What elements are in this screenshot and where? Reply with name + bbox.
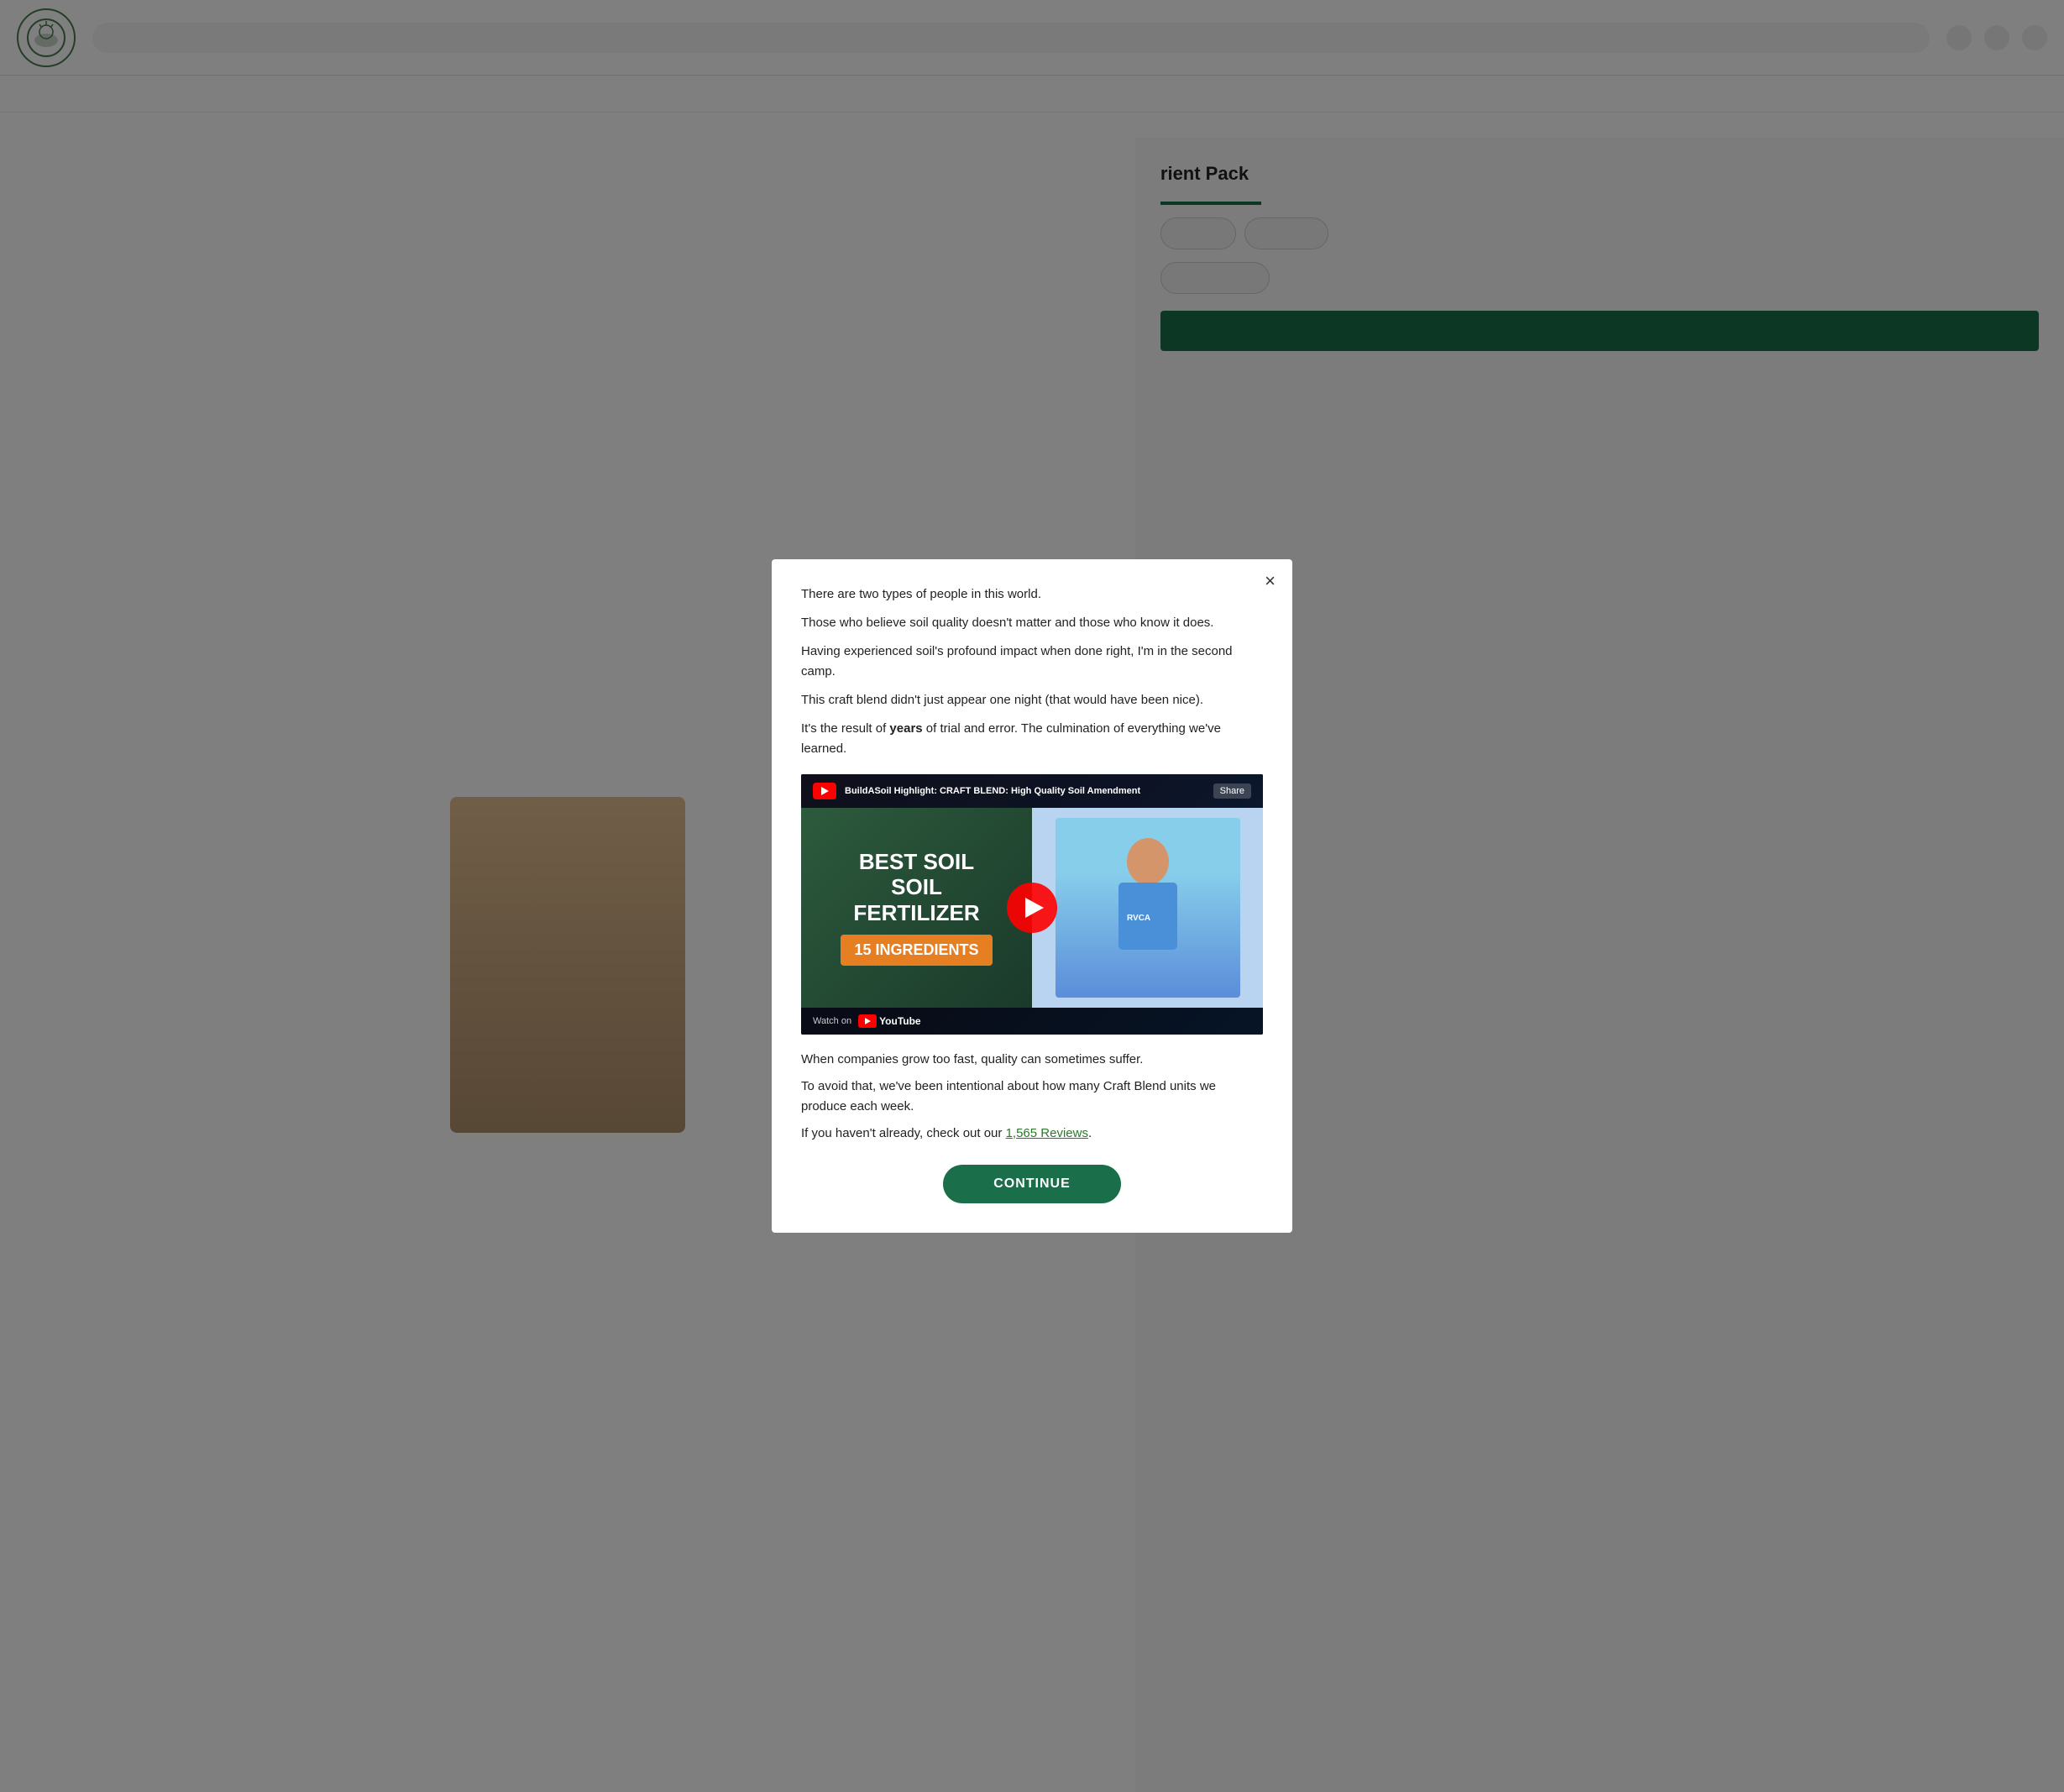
video-text-best: BEST SOIL <box>859 850 974 874</box>
modal-dialog: × There are two types of people in this … <box>772 559 1292 1232</box>
video-play-button[interactable] <box>1007 883 1057 933</box>
paragraph-8-suffix: . <box>1088 1126 1092 1140</box>
video-main-area: BEST SOIL SOIL FERTILIZER 15 INGREDIENTS <box>801 808 1263 1007</box>
video-left-panel: BEST SOIL SOIL FERTILIZER 15 INGREDIENTS <box>801 808 1032 1007</box>
video-text-fertilizer: FERTILIZER <box>853 900 979 926</box>
modal-paragraph-7: To avoid that, we've been intentional ab… <box>801 1077 1263 1117</box>
video-text-soil: SOIL <box>891 874 942 900</box>
modal-close-button[interactable]: × <box>1265 572 1276 590</box>
modal-overlay[interactable]: × There are two types of people in this … <box>0 0 2064 1792</box>
modal-paragraph-3: Having experienced soil's profound impac… <box>801 642 1263 682</box>
modal-paragraph-2: Those who believe soil quality doesn't m… <box>801 613 1263 633</box>
youtube-wordmark: YouTube <box>879 1015 921 1027</box>
video-channel-name: BuildASoil Highlight: CRAFT BLEND: High … <box>845 786 1140 796</box>
youtube-video-embed[interactable]: BuildASoil Highlight: CRAFT BLEND: High … <box>801 774 1263 1034</box>
video-bottom-bar: Watch on YouTube <box>801 1008 1263 1035</box>
modal-paragraph-8: If you haven't already, check out our 1,… <box>801 1124 1263 1144</box>
modal-paragraph-4: This craft blend didn't just appear one … <box>801 690 1263 710</box>
watch-on-label: Watch on <box>813 1016 851 1026</box>
youtube-icon <box>858 1014 877 1028</box>
youtube-full-logo: YouTube <box>858 1014 921 1028</box>
modal-paragraph-6: When companies grow too fast, quality ca… <box>801 1050 1263 1070</box>
svg-text:RVCA: RVCA <box>1127 914 1150 923</box>
video-person-image: RVCA <box>1056 818 1240 998</box>
reviews-link[interactable]: 1,565 Reviews <box>1006 1126 1088 1140</box>
paragraph-8-prefix: If you haven't already, check out our <box>801 1126 1006 1140</box>
paragraph-5-bold: years <box>889 721 922 736</box>
paragraph-5-prefix: It's the result of <box>801 721 889 736</box>
video-share-button[interactable]: Share <box>1213 783 1251 799</box>
video-top-bar: BuildASoil Highlight: CRAFT BLEND: High … <box>801 774 1263 808</box>
continue-button[interactable]: CONTINUE <box>943 1165 1121 1203</box>
video-right-panel: RVCA <box>1032 808 1263 1007</box>
youtube-logo-small-icon <box>813 783 836 799</box>
modal-paragraph-5: It's the result of years of trial and er… <box>801 719 1263 759</box>
video-ingredients-badge: 15 INGREDIENTS <box>841 935 992 966</box>
modal-paragraph-1: There are two types of people in this wo… <box>801 584 1263 605</box>
